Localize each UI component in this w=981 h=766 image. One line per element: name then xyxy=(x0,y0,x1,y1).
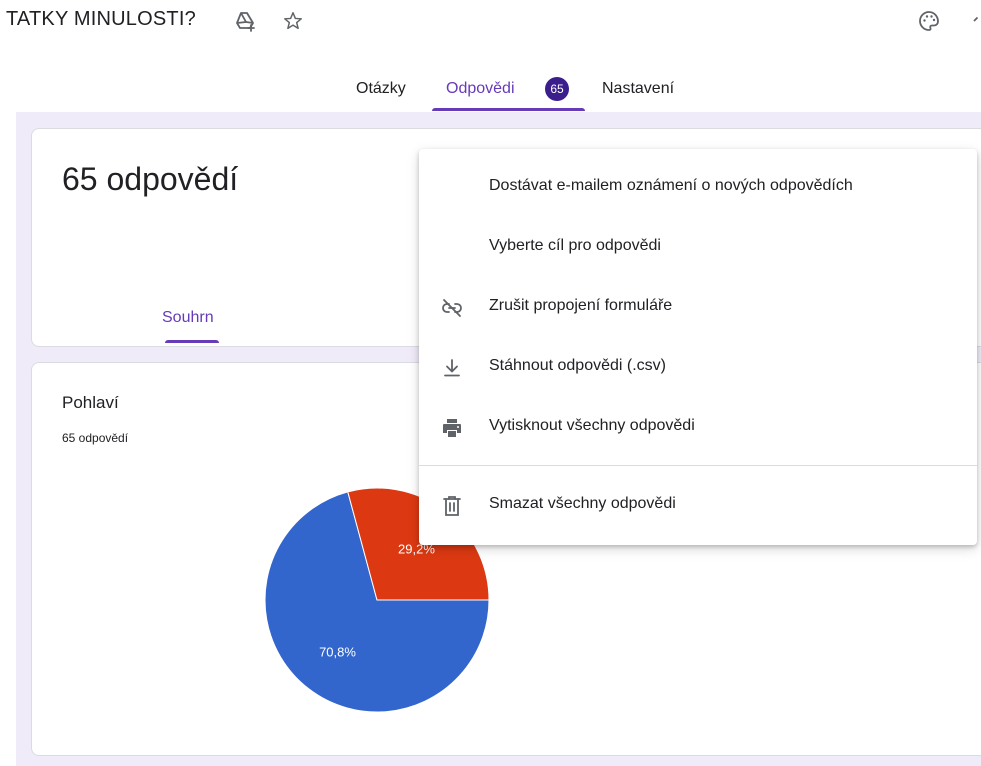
menu-item-label: Stáhnout odpovědi (.csv) xyxy=(489,357,666,374)
download-icon xyxy=(439,355,465,381)
pie-slice-label: 70,8% xyxy=(319,645,356,660)
form-title: TATKY MINULOSTI? xyxy=(6,8,196,30)
unlink-icon xyxy=(439,295,465,321)
summary-tab-indicator xyxy=(165,340,219,343)
menu-item-unlink-form[interactable]: Zrušit propojení formuláře xyxy=(419,277,977,337)
menu-item-label: Zrušit propojení formuláře xyxy=(489,297,673,314)
menu-divider xyxy=(419,465,977,466)
responses-more-menu: Dostávat e-mailem oznámení o nových odpo… xyxy=(419,149,977,545)
palette-icon[interactable] xyxy=(916,8,942,34)
responses-count-title: 65 odpovědí xyxy=(62,161,239,197)
add-to-drive-icon[interactable] xyxy=(232,8,258,34)
menu-item-download-csv[interactable]: Stáhnout odpovědi (.csv) xyxy=(419,337,977,397)
tab-questions[interactable]: Otázky xyxy=(356,80,406,98)
menu-item-label: Dostávat e-mailem oznámení o nových odpo… xyxy=(489,177,853,194)
tab-summary[interactable]: Souhrn xyxy=(162,309,214,327)
menu-item-label: Vyberte cíl pro odpovědi xyxy=(489,237,661,254)
question-response-count: 65 odpovědí xyxy=(62,431,129,445)
menu-item-label: Smazat všechny odpovědi xyxy=(489,495,676,512)
tab-settings[interactable]: Nastavení xyxy=(602,80,674,98)
tab-responses[interactable]: Odpovědi xyxy=(446,80,515,98)
form-header: TATKY MINULOSTI? Otázky Odpovědi 65 Nast… xyxy=(0,0,981,112)
print-icon xyxy=(439,415,465,441)
trash-icon xyxy=(439,493,465,519)
menu-item-select-destination[interactable]: Vyberte cíl pro odpovědi xyxy=(419,217,977,277)
menu-item-email-notifications[interactable]: Dostávat e-mailem oznámení o nových odpo… xyxy=(419,157,977,217)
question-title: Pohlaví xyxy=(62,393,119,412)
more-options-icon[interactable] xyxy=(960,8,981,34)
menu-item-print-all[interactable]: Vytisknout všechny odpovědi xyxy=(419,397,977,457)
menu-item-label: Vytisknout všechny odpovědi xyxy=(489,417,695,434)
responses-count-badge: 65 xyxy=(545,77,569,101)
star-icon[interactable] xyxy=(280,8,306,34)
menu-item-delete-all[interactable]: Smazat všechny odpovědi xyxy=(419,475,977,535)
active-tab-indicator xyxy=(432,108,585,111)
form-tabs: Otázky Odpovědi 65 Nastavení xyxy=(0,77,981,112)
